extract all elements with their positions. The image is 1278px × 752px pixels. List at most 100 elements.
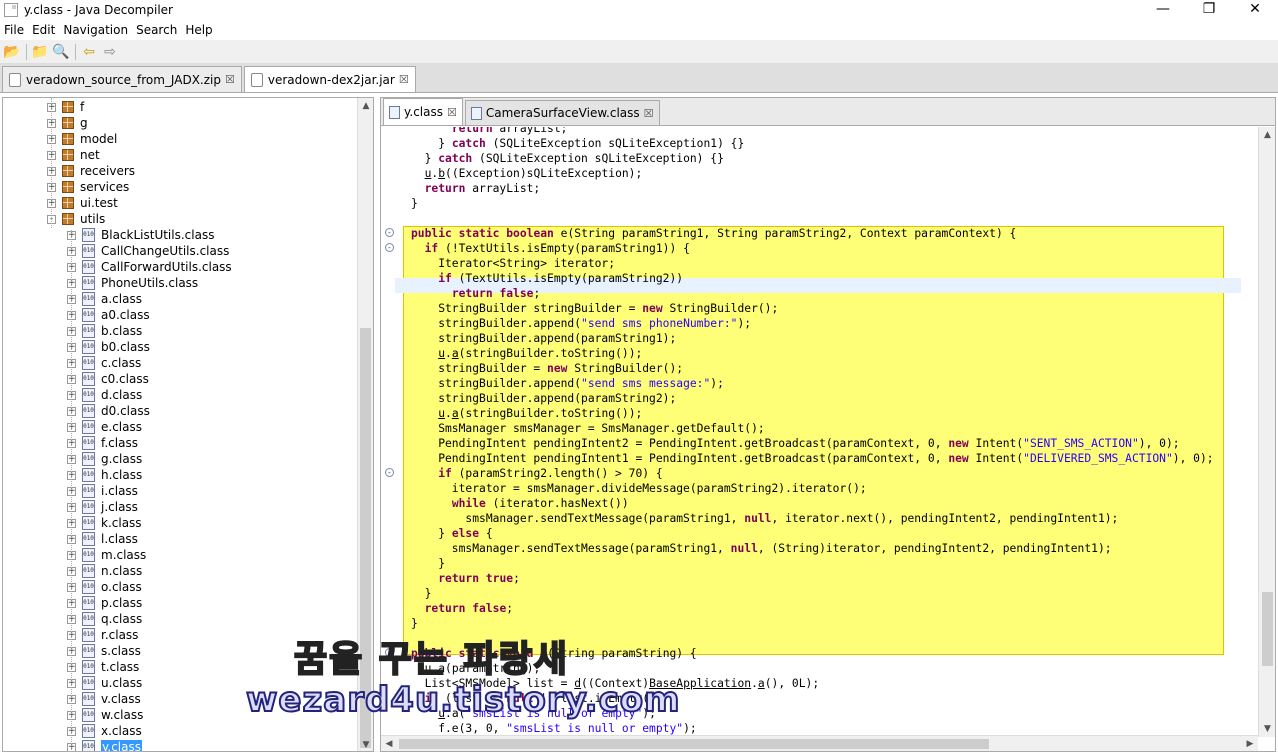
code-link[interactable]: u <box>438 347 445 360</box>
tree-scrollbar[interactable]: ▲ ▼ <box>357 98 373 751</box>
tab-dex2jar[interactable]: veradown-dex2jar.jar ☒ <box>243 66 416 92</box>
back-arrow-icon[interactable]: ⇦ <box>79 42 99 62</box>
tree-class-j-class[interactable]: +010 j.class <box>67 499 138 515</box>
menu-search[interactable]: Search <box>132 23 181 37</box>
tree-class-t-class[interactable]: +010 t.class <box>67 659 139 675</box>
scroll-thumb[interactable] <box>399 739 989 749</box>
open-type-icon[interactable]: 📁 <box>30 42 50 62</box>
tree-class-e-class[interactable]: +010 e.class <box>67 419 142 435</box>
tree-class-PhoneUtils-class[interactable]: +010 PhoneUtils.class <box>67 275 198 291</box>
code-text: iterator = smsManager.divideMessage(para… <box>411 482 867 495</box>
code-link[interactable]: a <box>452 407 459 420</box>
tree-class-q-class[interactable]: +010 q.class <box>67 611 142 627</box>
code-link[interactable]: a <box>452 347 459 360</box>
tree-package-model[interactable]: + model <box>47 131 117 147</box>
editor-horizontal-scrollbar[interactable]: ◀ ▶ <box>381 735 1258 751</box>
forward-arrow-icon[interactable]: ⇨ <box>100 42 120 62</box>
tree-class-v-class[interactable]: +010 v.class <box>67 691 141 707</box>
editor-vertical-scrollbar[interactable]: ▲ ▼ <box>1258 127 1275 737</box>
tree-class-d0-class[interactable]: +010 d0.class <box>67 403 150 419</box>
tree-class-s-class[interactable]: +010 s.class <box>67 643 141 659</box>
tree-package-utils[interactable]: - utils <box>47 211 105 227</box>
scroll-thumb[interactable] <box>1262 592 1273 666</box>
code-line: return false; <box>411 286 540 301</box>
scroll-down-arrow[interactable]: ▼ <box>358 737 373 751</box>
tree-class-b-class[interactable]: +010 b.class <box>67 323 142 339</box>
code-text: . <box>445 407 452 420</box>
close-tab-icon[interactable]: ☒ <box>399 73 409 86</box>
tree-class-b0-class[interactable]: +010 b0.class <box>67 339 150 355</box>
tab-camera-surface-view[interactable]: CameraSurfaceView.class ☒ <box>464 100 660 125</box>
code-link[interactable]: BaseApplication <box>649 677 751 690</box>
editor-gutter: - - - - <box>381 127 395 737</box>
tree-package-g[interactable]: + g <box>47 115 88 131</box>
open-file-icon[interactable]: 📂 <box>2 42 22 62</box>
tree-class-x-class[interactable]: +010 x.class <box>67 723 142 739</box>
tree-class-a0-class[interactable]: +010 a0.class <box>67 307 150 323</box>
class-file-icon: 010 <box>82 676 95 690</box>
scroll-left-arrow[interactable]: ◀ <box>381 736 397 752</box>
tree-class-u-class[interactable]: +010 u.class <box>67 675 142 691</box>
tree-class-g-class[interactable]: +010 g.class <box>67 451 142 467</box>
code-link[interactable]: u <box>438 707 445 720</box>
tree-class-h-class[interactable]: +010 h.class <box>67 467 142 483</box>
code-view[interactable]: - - - - return arrayList; } catch (SQLit… <box>381 127 1275 737</box>
minimize-button[interactable]: — <box>1140 0 1186 20</box>
tree-package-ui-test[interactable]: + ui.test <box>47 195 118 211</box>
scroll-up-arrow[interactable]: ▲ <box>1259 127 1276 143</box>
code-text: } <box>411 137 452 150</box>
tree-class-n-class[interactable]: +010 n.class <box>67 563 142 579</box>
tree-item-label: k.class <box>101 516 142 530</box>
scroll-right-arrow[interactable]: ▶ <box>1242 736 1258 752</box>
search-icon[interactable]: 🔍 <box>51 42 71 62</box>
tree-class-i-class[interactable]: +010 i.class <box>67 483 138 499</box>
tree-class-w-class[interactable]: +010 w.class <box>67 707 143 723</box>
menu-help[interactable]: Help <box>181 23 216 37</box>
menu-navigation[interactable]: Navigation <box>59 23 132 37</box>
code-link[interactable]: u <box>438 407 445 420</box>
tree-class-m-class[interactable]: +010 m.class <box>67 547 146 563</box>
tree-class-BlackListUtils-class[interactable]: +010 BlackListUtils.class <box>67 227 214 243</box>
code-keyword: false <box>472 602 507 615</box>
close-tab-icon[interactable]: ☒ <box>644 107 654 120</box>
tree-class-k-class[interactable]: +010 k.class <box>67 515 142 531</box>
tree-class-c0-class[interactable]: +010 c0.class <box>67 371 149 387</box>
tree-package-f[interactable]: + f <box>47 99 84 115</box>
tree-class-f-class[interactable]: +010 f.class <box>67 435 138 451</box>
code-text: arrayList; <box>465 182 541 195</box>
scroll-up-arrow[interactable]: ▲ <box>358 98 373 114</box>
tab-y-class[interactable]: y.class ☒ <box>383 98 463 125</box>
tab-source-zip[interactable]: veradown_source_from_JADX.zip ☒ <box>2 66 242 92</box>
tree-class-d-class[interactable]: +010 d.class <box>67 387 142 403</box>
fold-toggle-icon[interactable]: - <box>385 648 394 657</box>
close-window-button[interactable]: ✕ <box>1232 0 1278 20</box>
package-icon <box>62 101 74 113</box>
tree-class-a-class[interactable]: +010 a.class <box>67 291 142 307</box>
tree-class-c-class[interactable]: +010 c.class <box>67 355 141 371</box>
code-link[interactable]: a <box>758 677 765 690</box>
code-text: , iterator.next(), pendingIntent2, pendi… <box>771 512 1119 525</box>
fold-toggle-icon[interactable]: - <box>385 228 394 237</box>
fold-toggle-icon[interactable]: - <box>385 468 394 477</box>
fold-toggle-icon[interactable]: - <box>385 243 394 252</box>
tree-class-r-class[interactable]: +010 r.class <box>67 627 138 643</box>
menu-edit[interactable]: Edit <box>28 23 59 37</box>
maximize-button[interactable]: ❐ <box>1186 0 1232 20</box>
close-tab-icon[interactable]: ☒ <box>447 106 457 119</box>
code-line: smsManager.sendTextMessage(paramString1,… <box>411 541 1112 556</box>
scroll-down-arrow[interactable]: ▼ <box>1259 721 1276 737</box>
tree-class-o-class[interactable]: +010 o.class <box>67 579 142 595</box>
tree-class-l-class[interactable]: +010 l.class <box>67 531 138 547</box>
tree-class-CallForwardUtils-class[interactable]: +010 CallForwardUtils.class <box>67 259 232 275</box>
tree-package-net[interactable]: + net <box>47 147 100 163</box>
tree-class-CallChangeUtils-class[interactable]: +010 CallChangeUtils.class <box>67 243 229 259</box>
tree-class-p-class[interactable]: +010 p.class <box>67 595 142 611</box>
close-tab-icon[interactable]: ☒ <box>225 73 235 86</box>
scroll-thumb[interactable] <box>360 328 371 748</box>
tree-class-y-class[interactable]: +010 y.class <box>67 739 142 751</box>
tree-package-services[interactable]: + services <box>47 179 129 195</box>
code-keyword: return <box>424 602 466 615</box>
menu-file[interactable]: File <box>0 23 28 37</box>
tree-package-receivers[interactable]: + receivers <box>47 163 135 179</box>
